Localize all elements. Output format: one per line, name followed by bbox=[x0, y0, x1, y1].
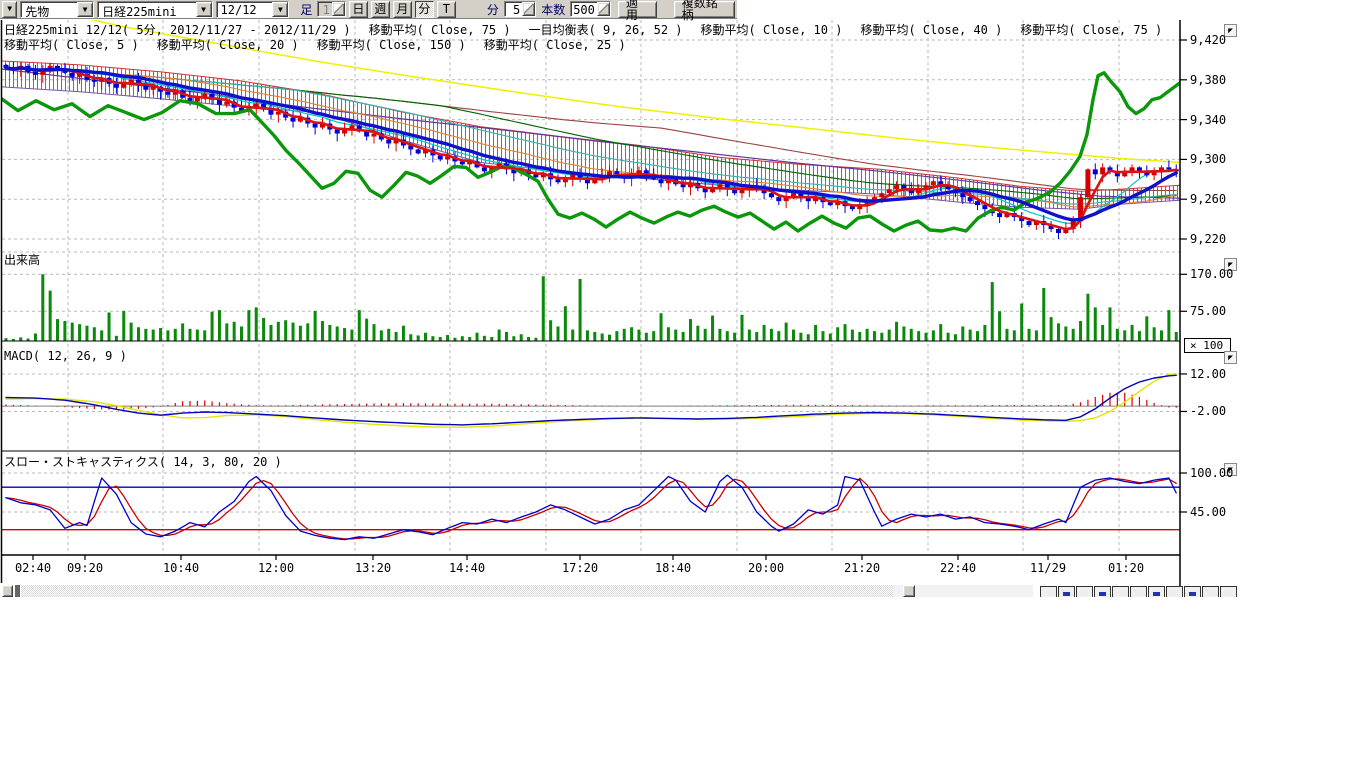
y-axis-label: 100.00 bbox=[1190, 466, 1233, 480]
resize-arrow-icon: ◤ bbox=[1228, 353, 1233, 362]
indicator-label: 移動平均( Close, 25 ) bbox=[484, 36, 626, 53]
y-axis-label: -2.00 bbox=[1190, 404, 1226, 418]
time-axis-label: 09:20 bbox=[67, 561, 103, 575]
y-axis-label: 45.00 bbox=[1190, 505, 1226, 519]
bottom-nav-button[interactable] bbox=[1112, 586, 1129, 597]
nav-button-glyph bbox=[1063, 592, 1070, 596]
bottom-nav-button[interactable] bbox=[1058, 586, 1075, 597]
nav-button-glyph bbox=[1099, 592, 1106, 596]
bottom-scroll-strip bbox=[0, 585, 1366, 597]
time-axis-label: 13:20 bbox=[355, 561, 391, 575]
bottom-nav-button[interactable] bbox=[1166, 586, 1183, 597]
time-axis-label: 18:40 bbox=[655, 561, 691, 575]
bottom-nav-button[interactable] bbox=[1220, 586, 1237, 597]
time-axis-label: 10:40 bbox=[163, 561, 199, 575]
nav-button-glyph bbox=[1189, 592, 1196, 596]
time-axis-label: 11/29 bbox=[1030, 561, 1066, 575]
indicator-label: 移動平均( Close, 75 ) bbox=[1020, 21, 1162, 38]
macd-pane bbox=[2, 374, 1180, 428]
bottom-nav-button[interactable] bbox=[1130, 586, 1147, 597]
scrollbar-track[interactable] bbox=[21, 585, 893, 597]
time-axis-label: 01:20 bbox=[1108, 561, 1144, 575]
time-axis-label: 17:20 bbox=[562, 561, 598, 575]
scrollbar-thumb[interactable] bbox=[15, 585, 20, 597]
nav-button-glyph bbox=[1153, 592, 1160, 596]
indicator-label: 移動平均( Close, 40 ) bbox=[860, 21, 1002, 38]
macd-pane-title: MACD( 12, 26, 9 ) bbox=[4, 349, 127, 363]
y-axis-label: 9,260 bbox=[1190, 192, 1226, 206]
time-axis-label: 21:20 bbox=[844, 561, 880, 575]
scrollbar-box[interactable] bbox=[903, 585, 915, 597]
time-axis-label: 20:00 bbox=[748, 561, 784, 575]
indicator-label: 移動平均( Close, 150 ) bbox=[317, 36, 466, 53]
volume-pane bbox=[5, 274, 1178, 340]
bottom-nav-button[interactable] bbox=[1202, 586, 1219, 597]
y-axis-label: 9,340 bbox=[1190, 113, 1226, 127]
bottom-nav-button[interactable] bbox=[1184, 586, 1201, 597]
y-axis-label: 9,220 bbox=[1190, 232, 1226, 246]
y-axis-label: 9,380 bbox=[1190, 73, 1226, 87]
bottom-nav-button[interactable] bbox=[1040, 586, 1057, 597]
bottom-nav-button[interactable] bbox=[1148, 586, 1165, 597]
chart-canvas bbox=[0, 0, 1366, 600]
scroll-left-button[interactable] bbox=[2, 585, 13, 597]
y-axis-label: 170.00 bbox=[1190, 267, 1233, 281]
bottom-nav-button[interactable] bbox=[1076, 586, 1093, 597]
resize-arrow-icon: ◤ bbox=[1228, 26, 1233, 35]
time-axis-label: 22:40 bbox=[940, 561, 976, 575]
indicator-label: 移動平均( Close, 20 ) bbox=[157, 36, 299, 53]
stochastics-pane-title: スロー・ストキャスティクス( 14, 3, 80, 20 ) bbox=[4, 455, 282, 469]
volume-pane-title: 出来高 bbox=[4, 253, 40, 267]
time-axis-label: 12:00 bbox=[258, 561, 294, 575]
y-axis-label: 9,300 bbox=[1190, 152, 1226, 166]
macd-pane-corner-button[interactable]: ◤ bbox=[1224, 351, 1237, 364]
y-axis-label: 9,420 bbox=[1190, 33, 1226, 47]
time-axis-label: 02:40 bbox=[15, 561, 51, 575]
y-axis-label: 12.00 bbox=[1190, 367, 1226, 381]
stochastics-pane bbox=[2, 475, 1180, 539]
indicator-label: 移動平均( Close, 10 ) bbox=[701, 21, 843, 38]
indicator-label: 移動平均( Close, 5 ) bbox=[4, 36, 139, 53]
time-axis-label: 14:40 bbox=[449, 561, 485, 575]
bottom-nav-button[interactable] bbox=[1094, 586, 1111, 597]
y-axis-label: 75.00 bbox=[1190, 304, 1226, 318]
indicator-header-line2: 移動平均( Close, 5 ) 移動平均( Close, 20 ) 移動平均( C… bbox=[4, 36, 626, 53]
